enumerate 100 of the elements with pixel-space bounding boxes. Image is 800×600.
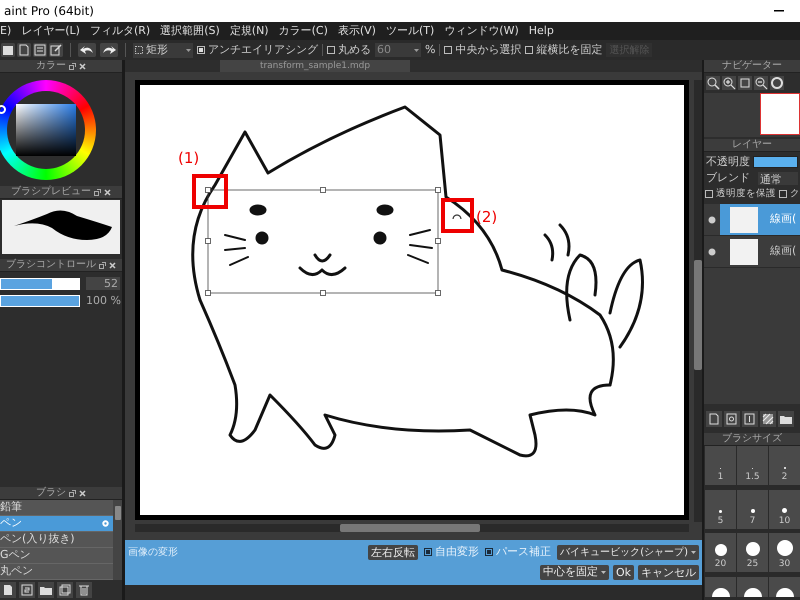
selection-icon[interactable] [135,46,143,54]
gear-icon[interactable] [101,519,110,528]
anchor-dropdown[interactable]: 中心を固定 [540,564,609,580]
layer-item[interactable]: 線画( [704,236,800,268]
checker-icon[interactable] [760,411,776,427]
folder-icon[interactable] [778,411,794,427]
checkbox[interactable] [705,190,713,198]
checkbox[interactable] [424,548,432,556]
folder-icon[interactable] [38,582,54,598]
copy-icon[interactable] [57,582,73,598]
slider-value: 100 % [86,294,120,307]
zoom-in-icon[interactable] [722,76,736,90]
panel-title: ブラシ [36,488,66,498]
close-icon[interactable] [79,62,86,70]
brush-size-cell[interactable]: 1 [705,446,736,485]
brush-size-cell[interactable]: 5 [705,490,736,528]
panel-title: ナビゲーター [722,61,782,71]
close-icon[interactable] [104,188,111,196]
panel-title: 画像の変形 [128,546,179,560]
menu-item[interactable]: フィルタ(R) [90,22,150,40]
flip-button[interactable]: 左右反転 [368,544,418,560]
layer-thumbnail [730,206,758,232]
menu-item[interactable]: Help [528,22,554,40]
bounding-box[interactable] [205,187,441,296]
blend-dropdown[interactable]: 通常 [758,172,798,184]
caret-icon[interactable] [414,48,419,52]
redo-icon[interactable] [100,43,118,57]
checkbox[interactable] [525,46,534,54]
menu-item[interactable]: ウィンドウ(W) [444,22,519,40]
blend-label: ブレンド [706,170,750,186]
cancel-button[interactable]: キャンセル [638,564,699,580]
canvas[interactable]: (1) (2) [135,80,689,520]
brush-size-cell[interactable]: 7 [737,490,768,528]
scrollbar[interactable] [135,524,689,532]
menu-item[interactable]: レイヤー(L) [21,22,80,40]
undock-icon[interactable] [69,62,76,70]
undock-icon[interactable] [99,262,106,268]
shape-dropdown[interactable]: 矩形 [133,42,193,58]
ok-button[interactable]: Ok [612,564,634,580]
edit-icon[interactable] [49,43,63,57]
rotate-icon[interactable] [770,76,784,90]
callout-label: (2) [476,208,498,226]
brush-size-cell[interactable]: 25 [737,533,768,572]
unit-label: % [425,42,436,58]
checkbox-label: 中央から選択 [455,42,522,58]
menu-item[interactable]: ツール(T) [386,22,434,40]
checkbox[interactable] [327,46,335,54]
checkbox[interactable] [485,548,494,556]
close-icon[interactable] [109,262,116,268]
brush-size-cell[interactable] [769,576,800,596]
brush-size-cell[interactable] [737,576,768,596]
brush-item[interactable]: ペン [0,516,113,532]
undock-icon[interactable] [69,490,76,496]
checkbox[interactable] [444,46,452,54]
checkbox-label: パース補正 [496,544,552,560]
new-brush-icon[interactable] [0,582,16,598]
checkbox[interactable] [779,190,787,198]
undock-icon[interactable] [94,188,101,196]
menu-item[interactable]: E) [0,22,12,40]
minimize-icon[interactable] [774,10,784,12]
caret-icon[interactable] [186,48,191,52]
interpolation-dropdown[interactable]: バイキュービック(シャープ) [557,544,699,560]
close-icon[interactable] [79,490,86,496]
checkbox-label: 透明度を保護 [716,186,776,201]
document-tab[interactable]: transform_sample1.mdp [220,60,410,72]
brush-size-cell[interactable]: 20 [705,533,736,572]
brush-size-cell[interactable]: 1.5 [737,446,768,485]
caret-icon[interactable] [600,570,606,574]
brush-size-cell[interactable] [705,576,736,596]
zoom-out-icon[interactable] [754,76,768,90]
brush-size-cell[interactable]: 30 [769,533,800,572]
brush-size-cell[interactable]: 10 [769,490,800,528]
menu-item[interactable]: 定規(N) [230,22,269,40]
list-icon[interactable] [33,43,47,57]
checkbox-label: 縦横比を固定 [536,42,602,58]
color-square[interactable] [16,104,76,156]
layer-item[interactable]: 線画( [704,204,800,236]
menu-item[interactable]: カラー(C) [278,22,328,40]
scrollbar[interactable] [694,80,702,522]
visibility-icon[interactable] [708,248,716,256]
visibility-icon[interactable] [708,216,716,224]
highlight-frame [192,174,228,209]
scrollbar[interactable] [113,500,122,580]
size-field[interactable]: 52 [86,277,120,290]
caret-icon[interactable] [691,550,696,554]
checkbox-label: ク [790,186,800,201]
trash-icon[interactable] [76,582,92,598]
menu-item[interactable]: 表示(V) [338,22,376,40]
highlight-frame [441,198,474,233]
undo-icon[interactable] [78,43,96,57]
round-field[interactable]: 60 [375,43,421,57]
checkbox[interactable] [197,46,205,54]
fit-icon[interactable] [738,76,752,90]
menu-item[interactable]: 選択範囲(S) [160,22,220,40]
brush-size-cell[interactable]: 2 [769,446,800,485]
slider-track[interactable] [0,278,80,290]
document-icon[interactable] [17,43,31,57]
panel-title: レイヤー [732,140,772,150]
new-layer-icon[interactable] [706,411,722,427]
zoom-reset-icon[interactable] [706,76,720,90]
